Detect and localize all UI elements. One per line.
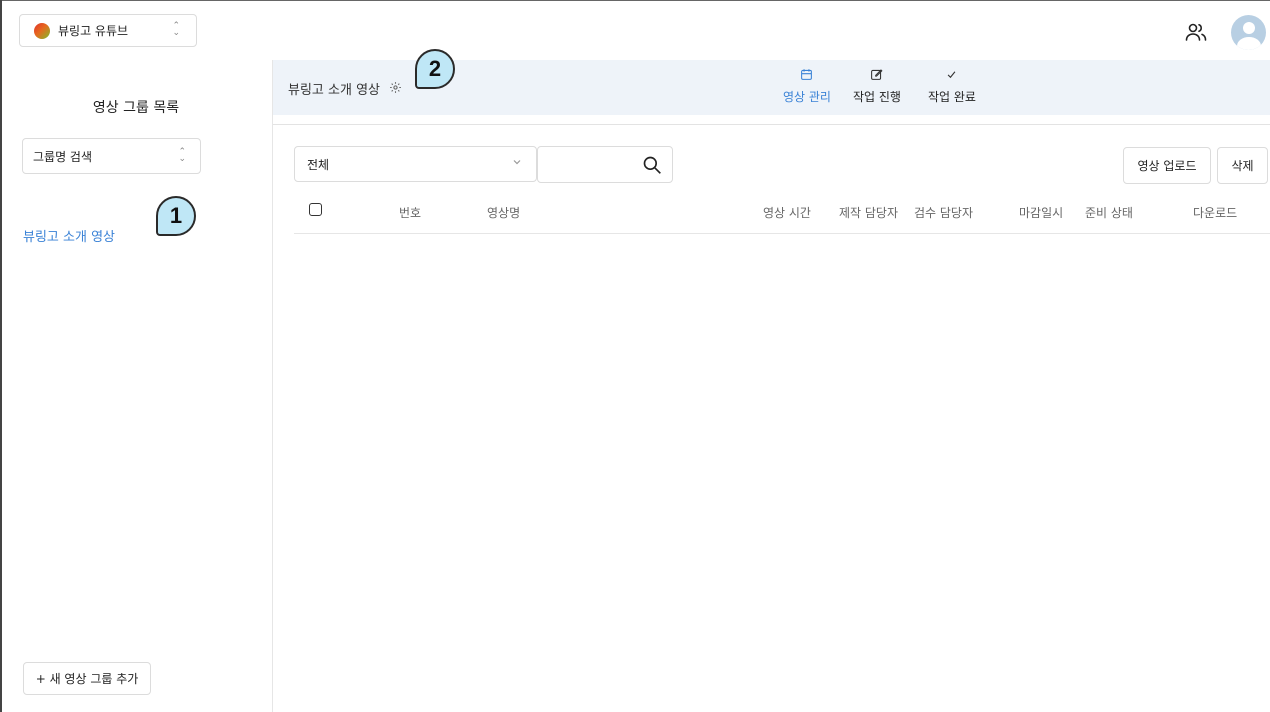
calendar-icon <box>801 68 813 80</box>
sidebar-divider <box>272 60 273 712</box>
table-header-divider <box>294 233 1270 234</box>
edit-icon <box>871 68 884 80</box>
workspace-logo-icon <box>34 22 50 39</box>
avatar[interactable] <box>1231 15 1266 50</box>
tab-video-management[interactable]: 영상 관리 <box>783 66 831 105</box>
column-header-producer: 제작 담당자 <box>839 206 899 220</box>
select-all-checkbox[interactable] <box>309 203 322 216</box>
check-icon <box>948 70 956 78</box>
tab-label: 작업 진행 <box>853 90 901 104</box>
tab-work-complete[interactable]: 작업 완료 <box>928 66 976 105</box>
workspace-name: 뷰링고 유튜브 <box>58 24 129 38</box>
chevron-up-down-icon: ⌃ ⌄ <box>172 21 180 38</box>
column-header-video-name: 영상명 <box>487 206 521 220</box>
group-title: 뷰링고 소개 영상 <box>288 83 380 98</box>
avatar-body <box>1237 37 1261 50</box>
callout-badge-1: 1 <box>156 196 196 236</box>
status-filter-select[interactable]: 전체 <box>294 146 537 182</box>
sidebar-item-group[interactable]: 뷰링고 소개 영상 <box>23 226 115 245</box>
upload-video-button[interactable]: 영상 업로드 <box>1123 147 1211 184</box>
users-icon[interactable] <box>1184 20 1208 44</box>
tab-label: 영상 관리 <box>783 90 831 104</box>
column-header-ready-status: 준비 상태 <box>1085 206 1133 220</box>
video-search-input[interactable] <box>537 146 673 183</box>
group-search-select[interactable]: 그룹명 검색 ⌃ ⌄ <box>22 138 201 174</box>
workspace-selector[interactable]: 뷰링고 유튜브 ⌃ ⌄ <box>19 14 197 47</box>
column-header-download: 다운로드 <box>1193 206 1238 220</box>
delete-button[interactable]: 삭제 <box>1217 147 1268 184</box>
group-search-label: 그룹명 검색 <box>33 149 93 164</box>
chevron-up-down-icon: ⌃ ⌄ <box>178 147 186 164</box>
window-top-border <box>0 0 1270 1</box>
sidebar-title: 영상 그룹 목록 <box>92 100 180 116</box>
column-header-deadline: 마감일시 <box>1019 206 1064 220</box>
column-header-duration: 영상 시간 <box>763 206 811 220</box>
callout-badge-2: 2 <box>415 49 455 89</box>
search-icon[interactable] <box>642 155 662 175</box>
filter-value: 전체 <box>307 157 330 172</box>
column-header-number: 번호 <box>399 206 422 220</box>
add-group-button[interactable]: + 새 영상 그룹 추가 <box>23 662 151 695</box>
tab-label: 작업 완료 <box>928 90 976 104</box>
avatar-head <box>1243 22 1255 34</box>
chevron-down-icon <box>513 160 521 165</box>
tab-work-in-progress[interactable]: 작업 진행 <box>853 66 901 105</box>
column-header-reviewer: 검수 담당자 <box>914 206 974 220</box>
header-divider <box>273 124 1270 125</box>
gear-icon[interactable] <box>389 81 402 94</box>
